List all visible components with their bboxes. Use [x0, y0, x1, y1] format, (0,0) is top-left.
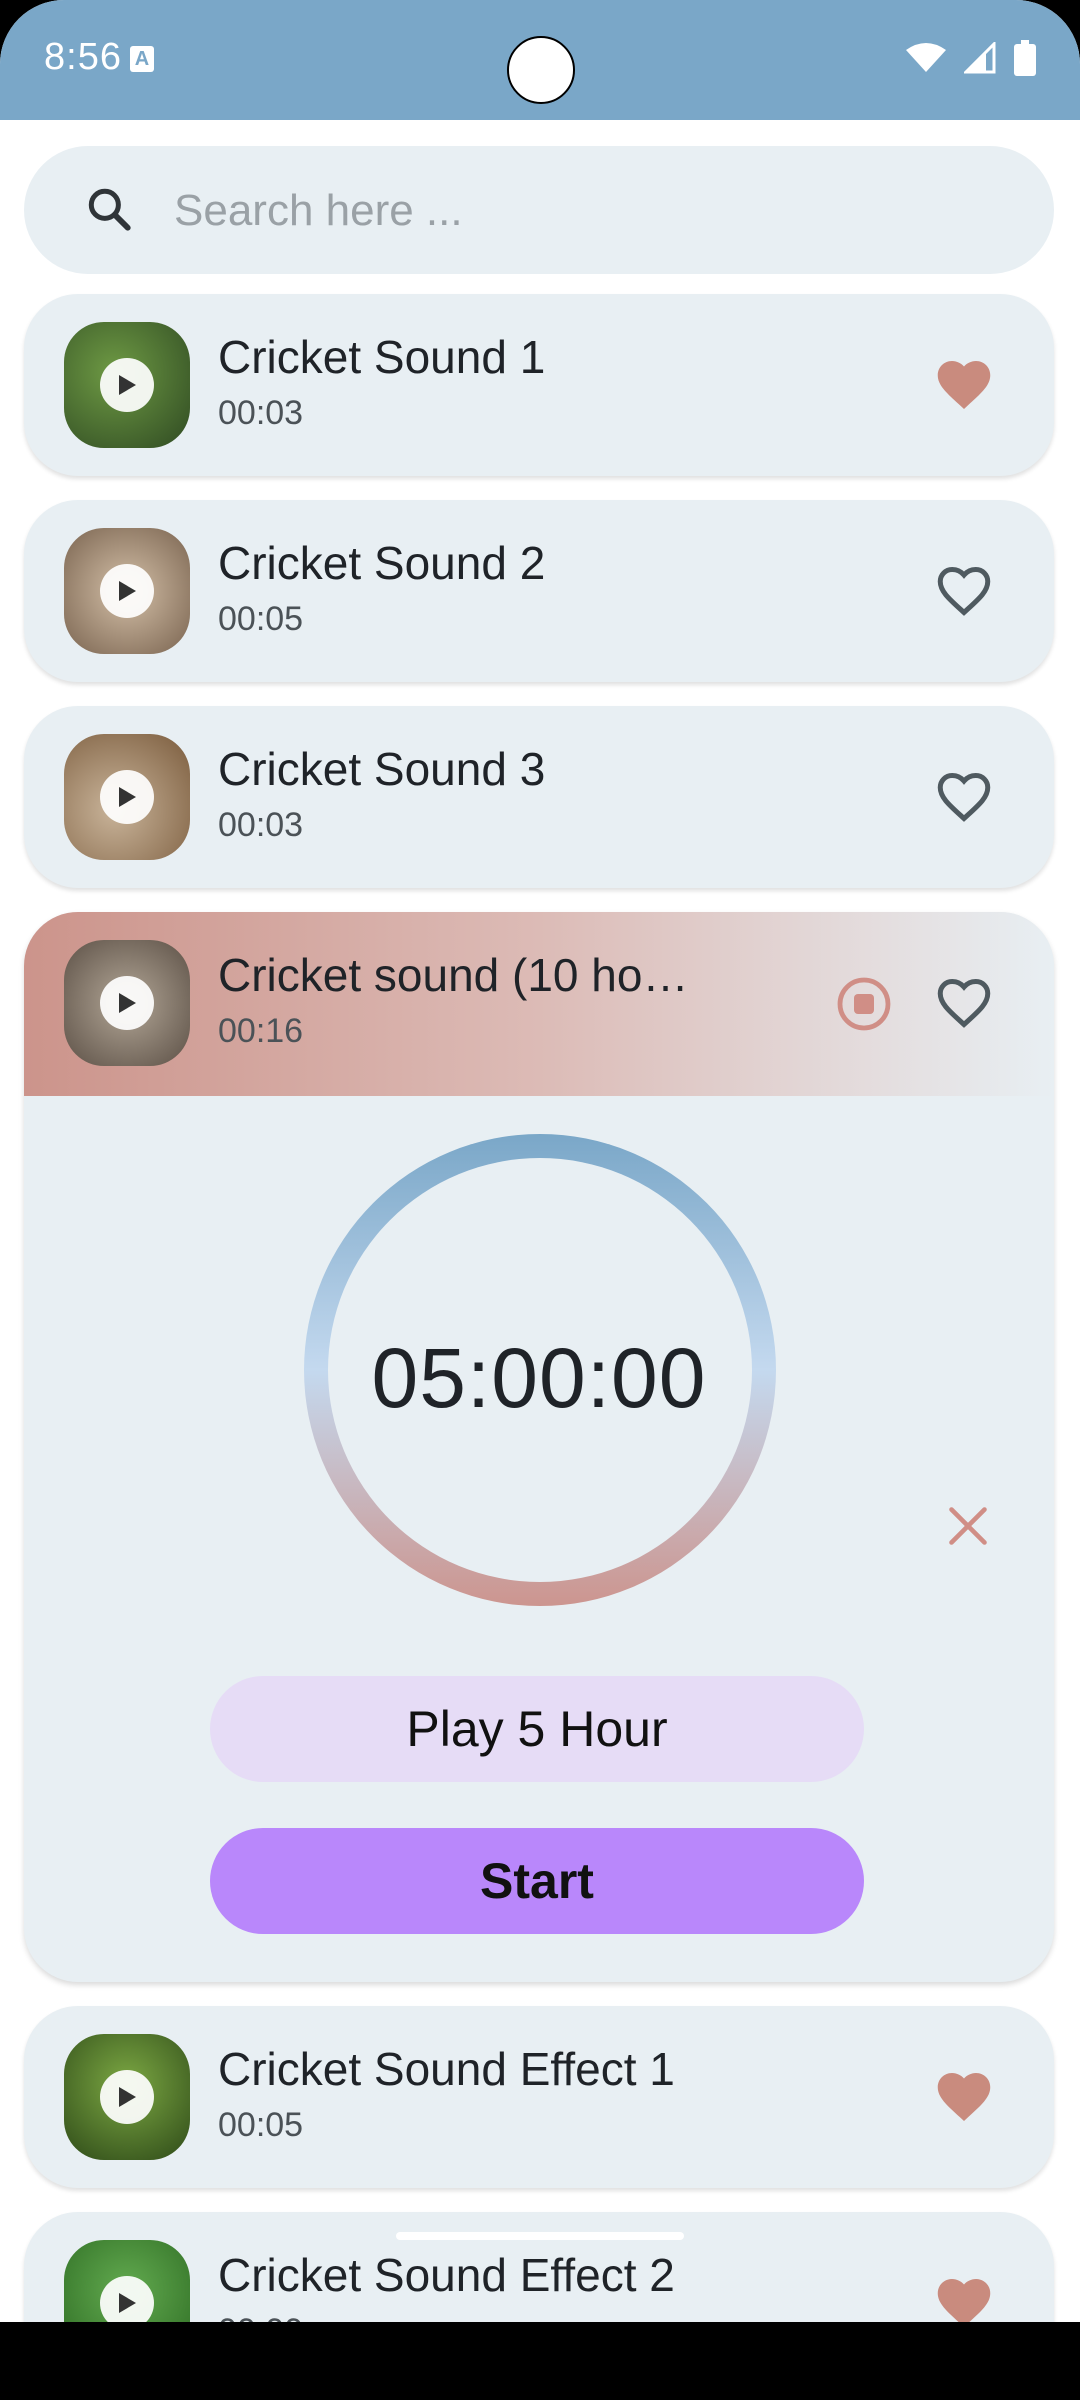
- timer-display: 05:00:00: [371, 1331, 707, 1425]
- notification-icon: A: [130, 46, 154, 72]
- heart-outline-icon[interactable]: [934, 768, 994, 824]
- list-item[interactable]: Cricket Sound 1 00:03: [24, 294, 1054, 476]
- close-icon[interactable]: [946, 1504, 990, 1548]
- list-item[interactable]: Cricket Sound Effect 1 00:05: [24, 2006, 1054, 2188]
- list-item[interactable]: Cricket Sound 2 00:05: [24, 500, 1054, 682]
- heart-filled-icon[interactable]: [934, 356, 994, 412]
- camera-cutout: [507, 36, 575, 104]
- item-title: Cricket sound (10 ho…: [218, 949, 689, 1001]
- status-time: 8:56: [44, 36, 122, 78]
- thumbnail[interactable]: [64, 322, 190, 448]
- status-icons: [906, 40, 1036, 76]
- thumbnail[interactable]: [64, 528, 190, 654]
- start-button[interactable]: Start: [210, 1828, 864, 1934]
- item-duration: 00:03: [218, 806, 304, 844]
- wifi-icon: [906, 43, 946, 72]
- play-icon[interactable]: [100, 564, 154, 618]
- status-bar: 8:56 A: [0, 0, 1080, 120]
- list-item[interactable]: Cricket Sound 3 00:03: [24, 706, 1054, 888]
- signal-icon: [964, 42, 996, 74]
- play-icon[interactable]: [100, 770, 154, 824]
- screen: 8:56 A Cricket Sound 1 00:03: [0, 0, 1080, 2400]
- heart-outline-icon[interactable]: [934, 974, 994, 1030]
- heart-filled-icon[interactable]: [934, 2068, 994, 2124]
- item-duration: 00:05: [218, 2106, 304, 2144]
- expanded-list-item: Cricket sound (10 ho… 00:16 05:00:00 Pla…: [24, 912, 1054, 1982]
- now-playing-header[interactable]: Cricket sound (10 ho… 00:16: [24, 912, 1054, 1096]
- search-bar[interactable]: [24, 146, 1054, 274]
- stop-icon[interactable]: [836, 976, 892, 1032]
- navigation-bar: [0, 2322, 1080, 2400]
- search-input[interactable]: [172, 174, 996, 248]
- battery-icon: [1014, 40, 1036, 76]
- thumbnail[interactable]: [64, 940, 190, 1066]
- heart-outline-icon[interactable]: [934, 562, 994, 618]
- play-icon[interactable]: [100, 976, 154, 1030]
- item-title: Cricket Sound 3: [218, 743, 546, 795]
- play-duration-button[interactable]: Play 5 Hour: [210, 1676, 864, 1782]
- thumbnail[interactable]: [64, 734, 190, 860]
- home-gesture-handle[interactable]: [396, 2232, 684, 2240]
- item-duration: 00:05: [218, 600, 304, 638]
- search-icon: [88, 188, 131, 231]
- play-icon[interactable]: [100, 358, 154, 412]
- play-icon[interactable]: [100, 2070, 154, 2124]
- item-title: Cricket Sound 1: [218, 331, 546, 383]
- item-duration: 00:16: [218, 1012, 304, 1050]
- item-title: Cricket Sound Effect 2: [218, 2249, 675, 2301]
- thumbnail[interactable]: [64, 2034, 190, 2160]
- item-title: Cricket Sound Effect 1: [218, 2043, 675, 2095]
- item-title: Cricket Sound 2: [218, 537, 546, 589]
- item-duration: 00:03: [218, 394, 304, 432]
